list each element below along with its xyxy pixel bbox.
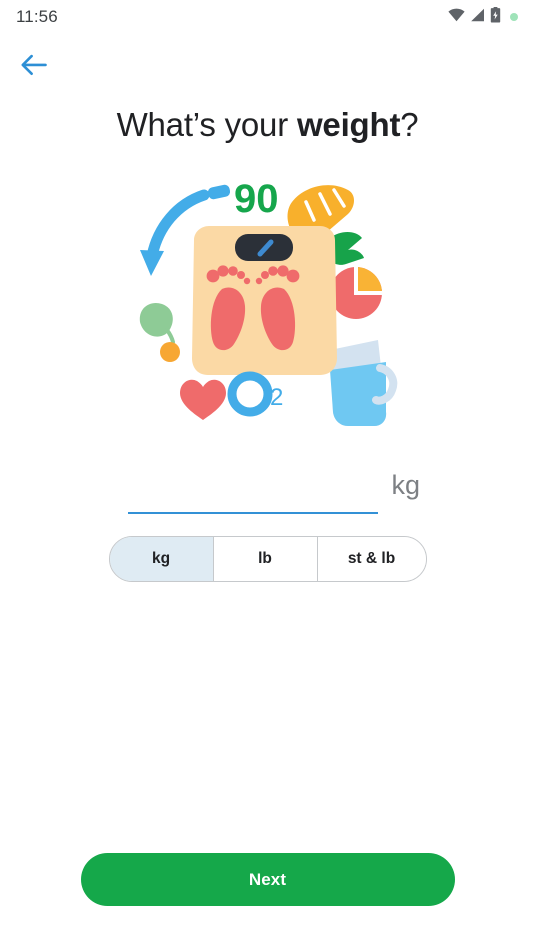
pie-chart-icon bbox=[329, 267, 382, 319]
recording-indicator-dot bbox=[510, 13, 518, 21]
scale-display bbox=[234, 234, 293, 261]
weight-unit-label: kg bbox=[391, 470, 420, 500]
weight-scale-illustration: 90 2 bbox=[134, 172, 402, 430]
water-glass-icon bbox=[329, 340, 397, 426]
arrow-left-icon bbox=[21, 54, 47, 81]
unit-selector: kg lb st & lb bbox=[108, 536, 427, 582]
status-bar-time: 11:56 bbox=[16, 7, 58, 26]
page-title-emphasis: weight bbox=[296, 106, 401, 143]
svg-text:90: 90 bbox=[234, 177, 279, 221]
cellular-signal-icon bbox=[470, 8, 485, 27]
heart-icon bbox=[179, 379, 226, 420]
status-bar: 11:56 bbox=[0, 0, 535, 34]
weight-input-row: kg bbox=[128, 462, 420, 516]
wifi-icon bbox=[448, 8, 465, 27]
number-90-label: 90 bbox=[234, 177, 279, 221]
next-button[interactable]: Next bbox=[80, 853, 455, 906]
bathroom-scale bbox=[191, 226, 337, 375]
orange-dot-icon bbox=[159, 342, 180, 362]
onboarding-weight-screen: 11:56 What’s your weight? 90 2 kg kg lb … bbox=[0, 0, 535, 951]
status-bar-icons bbox=[448, 6, 518, 28]
unit-option-kg[interactable]: kg bbox=[109, 537, 214, 581]
page-title-prefix: What’s your bbox=[116, 106, 297, 143]
leaf-icon bbox=[139, 302, 175, 344]
back-button[interactable] bbox=[16, 49, 52, 85]
svg-text:2: 2 bbox=[270, 384, 283, 411]
page-title: What’s your weight? bbox=[0, 106, 535, 144]
unit-option-st-lb[interactable]: st & lb bbox=[317, 537, 426, 581]
oxygen-symbol: 2 bbox=[227, 371, 283, 417]
page-title-suffix: ? bbox=[400, 106, 419, 143]
weight-input[interactable] bbox=[128, 462, 378, 514]
unit-option-lb[interactable]: lb bbox=[213, 537, 318, 581]
battery-charging-icon bbox=[490, 6, 501, 28]
